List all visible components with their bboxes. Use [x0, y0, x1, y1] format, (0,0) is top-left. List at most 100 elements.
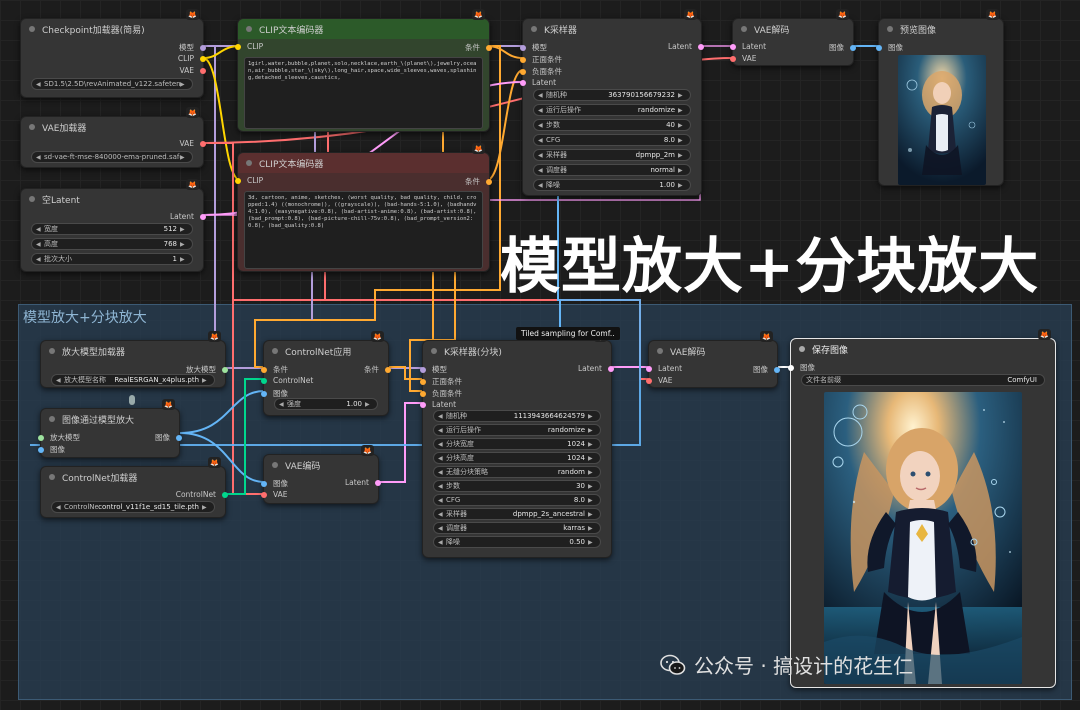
output-latent[interactable]: Latent — [578, 364, 614, 373]
node-ksampler[interactable]: 🦊 K采样器 模型 正面条件 负面条件 Latent Latent ◀ 随机种 36… — [520, 9, 704, 196]
input-controlnet[interactable]: ControlNet — [261, 376, 313, 385]
node-title: VAE解码 — [670, 347, 706, 358]
input-positive[interactable]: 正面条件 — [520, 54, 562, 65]
output-controlnet[interactable]: ControlNet — [176, 490, 228, 499]
output-image[interactable]: 图像 — [155, 432, 182, 443]
node-preview-image[interactable]: 🦊 预览图像 图像 — [876, 9, 1004, 186]
sampler-widget[interactable]: ◀ 采样器 dpmpp_2s_ancestral ▶ — [433, 508, 601, 520]
node-upscale-model-loader[interactable]: 🦊 放大模型加载器 放大模型 ◀ 放大模型名称 RealESRGAN_x4plus.… — [40, 331, 228, 388]
node-save-image[interactable]: 🦊 保存图像 图像 文件名前缀 ComfyUI — [788, 329, 1056, 688]
fox-icon: 🦊 — [684, 9, 697, 20]
node-clip-text-positive[interactable]: 🦊 CLIP文本编码器 CLIP 条件 1girl,water,bubble,p… — [235, 9, 492, 132]
sampler-widget[interactable]: ◀ 采样器 dpmpp_2m ▶ — [533, 149, 691, 161]
node-vae-loader[interactable]: 🦊 VAE加载器 VAE ◀ sd-vae-ft-mse-840000-ema-p… — [20, 107, 206, 168]
output-latent[interactable]: Latent — [668, 42, 704, 51]
node-vae-decode[interactable]: 🦊 VAE解码 Latent VAE 图像 — [730, 9, 856, 66]
input-image[interactable]: 图像 — [38, 444, 65, 455]
input-clip[interactable]: CLIP — [235, 42, 263, 51]
input-image[interactable]: 图像 — [261, 478, 288, 489]
node-title: 放大模型加载器 — [62, 347, 126, 358]
input-latent[interactable]: Latent — [730, 42, 766, 51]
output-clip[interactable]: CLIP — [178, 54, 206, 63]
wechat-icon — [660, 654, 686, 675]
strength-widget[interactable]: ◀ 强度 1.00 ▶ — [274, 398, 378, 410]
output-conditioning[interactable]: 条件 — [465, 176, 492, 187]
fox-icon: 🦊 — [1038, 329, 1051, 340]
node-vae-decode-2[interactable]: 🦊 VAE解码 Latent VAE 图像 — [646, 331, 780, 388]
seed-widget[interactable]: ◀ 随机种 1113943664624579 ▶ — [433, 410, 601, 422]
output-latent[interactable]: Latent — [345, 478, 381, 487]
node-vae-encode[interactable]: 🦊 VAE编码 图像 VAE Latent — [261, 445, 381, 504]
cfg-widget[interactable]: ◀ CFG 8.0 ▶ — [433, 494, 601, 506]
output-vae[interactable]: VAE — [179, 66, 206, 75]
input-conditioning[interactable]: 条件 — [261, 364, 288, 375]
node-title: ControlNet应用 — [285, 347, 352, 358]
control-after-generate-widget[interactable]: ◀ 运行后操作 randomize ▶ — [533, 104, 691, 116]
prompt-textarea[interactable]: 1girl,water,bubble,planet,solo,necklace,… — [244, 57, 483, 129]
node-title: VAE编码 — [285, 461, 321, 472]
controlnet-model-select[interactable]: ◀ControlNet名称control_v11f1e_sd15_tile.pt… — [51, 501, 215, 513]
input-model[interactable]: 模型 — [520, 42, 547, 53]
cfg-widget[interactable]: ◀ CFG 8.0 ▶ — [533, 134, 691, 146]
output-conditioning[interactable]: 条件 — [364, 364, 391, 375]
node-title: K采样器(分块) — [444, 347, 502, 358]
node-empty-latent[interactable]: 🦊 空Latent Latent ◀ 宽度 512 ▶ ◀ 高度 768 ▶ ◀ 批次大小 1 ▶ — [20, 179, 206, 272]
group-title[interactable]: 模型放大+分块放大 — [23, 307, 147, 327]
vae-select[interactable]: ◀sd-vae-ft-mse-840000-ema-pruned.safeten… — [31, 151, 193, 163]
seed-widget[interactable]: ◀ 随机种 363790156679232 ▶ — [533, 89, 691, 101]
input-latent[interactable]: Latent — [520, 78, 556, 87]
node-controlnet-apply[interactable]: 🦊 ControlNet应用 条件 ControlNet 图像 条件 ◀ 强度 1.… — [261, 331, 391, 416]
input-latent[interactable]: Latent — [646, 364, 682, 373]
node-title: 空Latent — [42, 195, 80, 206]
fox-icon: 🦊 — [186, 179, 199, 190]
output-vae[interactable]: VAE — [179, 139, 206, 148]
input-clip[interactable]: CLIP — [235, 176, 263, 185]
filename-prefix-field[interactable]: 文件名前缀 ComfyUI — [801, 374, 1045, 386]
output-conditioning[interactable]: 条件 — [465, 42, 492, 53]
input-upscale-model[interactable]: 放大模型 — [38, 432, 80, 443]
steps-widget[interactable]: ◀ 步数 30 ▶ — [433, 480, 601, 492]
input-positive[interactable]: 正面条件 — [420, 376, 462, 387]
node-title: ControlNet加载器 — [62, 473, 138, 484]
tiling-strategy-widget[interactable]: ◀ 无缝分块策略 random ▶ — [433, 466, 601, 478]
output-image[interactable]: 图像 — [753, 364, 780, 375]
input-latent[interactable]: Latent — [420, 400, 456, 409]
node-checkpoint-loader[interactable]: 🦊 Checkpoint加载器(简易) 模型 CLIP VAE ◀ SD1.5\2… — [20, 9, 206, 98]
output-latent[interactable]: Latent — [170, 212, 206, 221]
input-model[interactable]: 模型 — [420, 364, 447, 375]
output-image[interactable]: 图像 — [829, 42, 856, 53]
link-handle[interactable] — [129, 395, 135, 405]
tile-width-widget[interactable]: ◀ 分块宽度 1024 ▶ — [433, 438, 601, 450]
tile-height-widget[interactable]: ◀ 分块高度 1024 ▶ — [433, 452, 601, 464]
fox-icon: 🦊 — [472, 143, 485, 154]
node-image-upscale-with-model[interactable]: 🦊 图像通过模型放大 放大模型 图像 图像 — [38, 399, 182, 458]
fox-icon: 🦊 — [760, 331, 773, 342]
width-widget[interactable]: ◀ 宽度 512 ▶ — [31, 223, 193, 235]
scheduler-widget[interactable]: ◀ 调度器 normal ▶ — [533, 164, 691, 176]
input-negative[interactable]: 负面条件 — [520, 66, 562, 77]
denoise-widget[interactable]: ◀ 降噪 0.50 ▶ — [433, 536, 601, 548]
saved-image — [824, 392, 1022, 684]
output-model[interactable]: 模型 — [179, 42, 206, 53]
height-widget[interactable]: ◀ 高度 768 ▶ — [31, 238, 193, 250]
input-vae[interactable]: VAE — [261, 490, 288, 499]
upscale-model-select[interactable]: ◀ 放大模型名称 RealESRGAN_x4plus.pth ▶ — [51, 374, 215, 386]
batch-size-widget[interactable]: ◀ 批次大小 1 ▶ — [31, 253, 193, 265]
node-tooltip: Tiled sampling for Comf.. — [516, 327, 620, 340]
fox-icon: 🦊 — [208, 457, 221, 468]
steps-widget[interactable]: ◀ 步数 40 ▶ — [533, 119, 691, 131]
scheduler-widget[interactable]: ◀ 调度器 karras ▶ — [433, 522, 601, 534]
input-image[interactable]: 图像 — [876, 42, 903, 53]
checkpoint-select[interactable]: ◀ SD1.5\2.5D\revAnimated_v122.safetensors… — [31, 78, 193, 90]
denoise-widget[interactable]: ◀ 降噪 1.00 ▶ — [533, 179, 691, 191]
control-after-generate-widget[interactable]: ◀ 运行后操作 randomize ▶ — [433, 424, 601, 436]
input-vae[interactable]: VAE — [646, 376, 673, 385]
input-vae[interactable]: VAE — [730, 54, 757, 63]
node-clip-text-negative[interactable]: 🦊 CLIP文本编码器 CLIP 条件 3d, cartoon, anime, … — [235, 143, 492, 272]
node-tiled-ksampler[interactable]: 🦊 K采样器(分块) 模型 正面条件 负面条件 Latent Latent ◀随… — [420, 331, 614, 558]
input-negative[interactable]: 负面条件 — [420, 388, 462, 399]
node-controlnet-loader[interactable]: 🦊 ControlNet加载器 ControlNet ◀ControlNet名称… — [40, 457, 228, 518]
input-image[interactable]: 图像 — [788, 362, 815, 373]
fox-icon: 🦊 — [361, 445, 374, 456]
negative-prompt-textarea[interactable]: 3d, cartoon, anime, sketches, (worst qua… — [244, 191, 483, 269]
